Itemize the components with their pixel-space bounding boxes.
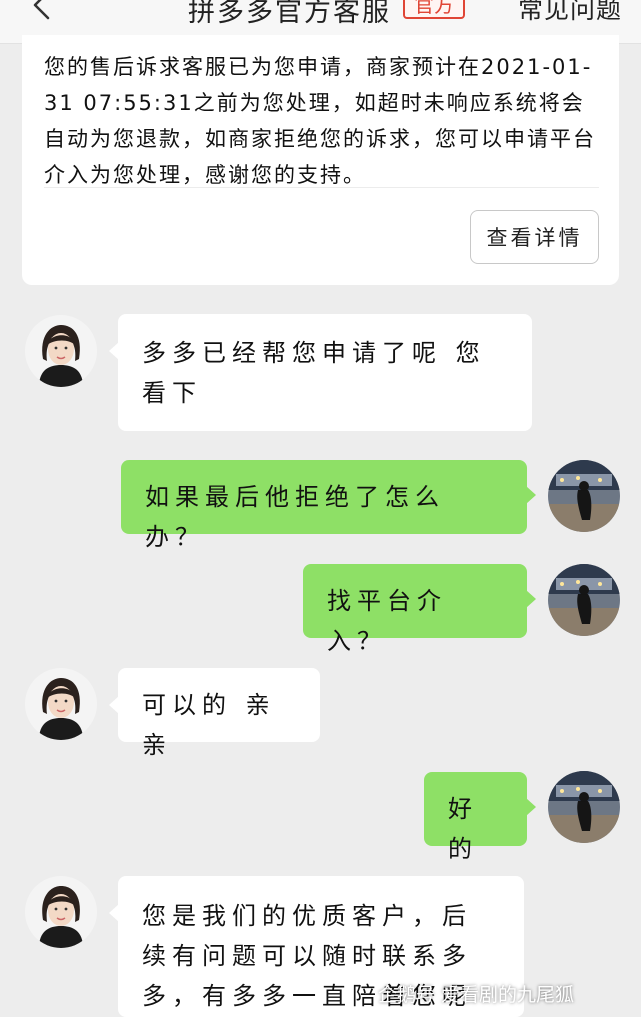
watermark: 企鹅号 爱看剧的九尾狐 — [378, 984, 575, 1006]
faq-link[interactable]: 常见问题 — [518, 0, 622, 26]
message-text: 可以的 亲亲 — [142, 691, 276, 759]
chat-title: 拼多多官方客服 — [188, 0, 391, 28]
message-bubble-user: 找平台介入？ — [303, 564, 536, 655]
view-details-button[interactable]: 查看详情 — [470, 210, 599, 264]
after-sales-notice-card: 您的售后诉求客服已为您申请，商家预计在2021-01-31 07:55:31之前… — [22, 35, 619, 285]
message-bubble-user: 如果最后他拒绝了怎么办？ — [121, 460, 536, 551]
agent-avatar[interactable] — [25, 315, 97, 387]
user-avatar[interactable] — [548, 771, 620, 843]
message-text: 找平台介入？ — [327, 587, 447, 655]
message-text: 多多已经帮您申请了呢 您看下 — [142, 339, 486, 407]
message-text: 如果最后他拒绝了怎么办？ — [145, 483, 445, 551]
user-avatar[interactable] — [548, 460, 620, 532]
divider — [44, 187, 599, 188]
notice-text: 您的售后诉求客服已为您申请，商家预计在2021-01-31 07:55:31之前… — [44, 55, 596, 187]
agent-avatar[interactable] — [25, 668, 97, 740]
official-badge: 官方 — [403, 0, 465, 19]
back-arrow-icon[interactable] — [26, 0, 60, 22]
message-text: 好的 — [448, 795, 478, 863]
agent-avatar[interactable] — [25, 876, 97, 948]
message-bubble-agent: 可以的 亲亲 — [109, 668, 320, 759]
message-bubble-agent: 多多已经帮您申请了呢 您看下 — [109, 314, 532, 431]
user-avatar[interactable] — [548, 564, 620, 636]
message-bubble-user: 好的 — [424, 772, 536, 863]
